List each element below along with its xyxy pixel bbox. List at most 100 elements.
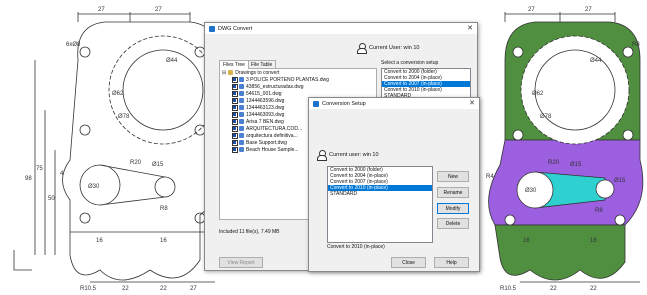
svg-text:27: 27 [190, 286, 197, 292]
file-name: ARQUITECTURA.COD... [246, 125, 303, 132]
svg-text:Ø15: Ø15 [152, 162, 164, 168]
svg-text:Ø15: Ø15 [614, 178, 626, 184]
svg-text:R8: R8 [160, 206, 168, 212]
file-name: 1344463123.dwg [246, 104, 285, 111]
select-setup-label: Select a conversion setup [381, 60, 439, 66]
rename-button[interactable]: Rename [437, 187, 469, 198]
cs-current-user-label: Current user: win 10 [329, 152, 379, 158]
file-checkbox[interactable] [232, 90, 238, 97]
dwg-file-icon [239, 84, 244, 89]
dwg-file-icon [239, 133, 244, 138]
user-icon [357, 43, 367, 54]
file-checkbox[interactable] [232, 111, 238, 118]
file-checkbox[interactable] [232, 97, 238, 104]
file-checkbox[interactable] [232, 118, 238, 125]
svg-text:R4: R4 [486, 174, 494, 180]
svg-text:22: 22 [590, 286, 597, 292]
ucs-icon [13, 250, 32, 271]
dwg-convert-close-icon[interactable]: ✕ [467, 24, 473, 32]
file-name: 1344463093.dwg [246, 111, 285, 118]
file-checkbox[interactable] [232, 139, 238, 146]
cs-setup-item[interactable]: STANDARD [328, 191, 432, 197]
svg-text:27: 27 [585, 7, 592, 13]
svg-text:Ø44: Ø44 [166, 58, 178, 64]
svg-text:27: 27 [155, 7, 162, 13]
conversion-setup-title: Conversion Setup [322, 100, 366, 107]
current-setup-text: Convert to 2010 (in-place) [327, 244, 385, 250]
left-hole-1 [79, 46, 91, 58]
dwg-file-icon [239, 126, 244, 131]
left-circle-phi15 [154, 176, 176, 198]
dwg-convert-titlebar[interactable]: DWG Convert ✕ [205, 23, 477, 34]
file-name: 43856_estructuradas.dwg [246, 83, 304, 90]
file-checkbox[interactable] [232, 125, 238, 132]
svg-text:Ø78: Ø78 [540, 114, 552, 120]
file-checkbox[interactable] [232, 146, 238, 153]
svg-text:16: 16 [96, 238, 103, 244]
tree-file-row[interactable]: 54615_001.dwg [220, 90, 376, 97]
folder-icon [228, 70, 234, 75]
right-cad-drawing [488, 12, 644, 283]
file-checkbox[interactable] [232, 83, 238, 90]
svg-text:R10.5: R10.5 [500, 286, 517, 292]
svg-text:Ø44: Ø44 [590, 58, 602, 64]
dwg-file-icon [239, 98, 244, 103]
svg-text:22: 22 [550, 286, 557, 292]
svg-text:27: 27 [98, 7, 105, 13]
tree-root[interactable]: ⊟ Drawings to convert [220, 69, 376, 76]
file-name: 3 POLICE PORTENO PLANTAS.dwg [246, 76, 329, 83]
dwg-file-icon [239, 147, 244, 152]
tree-file-row[interactable]: 43856_estructuradas.dwg [220, 83, 376, 90]
dwg-file-icon [239, 119, 244, 124]
file-checkbox[interactable] [232, 132, 238, 139]
svg-text:Ø62: Ø62 [112, 91, 124, 97]
svg-text:22: 22 [122, 286, 129, 292]
current-user: Current User: win 10 [357, 43, 420, 54]
svg-text:98: 98 [25, 176, 32, 182]
file-name: arquitectura definitiva... [246, 132, 298, 139]
file-name: 1344463596.dwg [246, 97, 285, 104]
svg-text:6xØ8: 6xØ8 [66, 42, 81, 48]
left-dimension-text: 27 27 6xØ8 R4 Ø62 Ø44 Ø78 R20 Ø15 Ø30 R8… [25, 7, 212, 292]
cs-current-user: Current user: win 10 [317, 150, 379, 161]
conversion-setup-app-icon [313, 100, 319, 107]
left-cad-drawing [13, 12, 218, 283]
new-button[interactable]: New [437, 171, 469, 182]
svg-text:75: 75 [36, 166, 43, 172]
cs-setup-listbox[interactable]: Convert to 2000 (folder) Convert to 2004… [327, 166, 433, 243]
current-user-label: Current User: win 10 [369, 45, 420, 51]
svg-text:27: 27 [528, 7, 535, 13]
right-circle-phi15 [595, 179, 615, 199]
dwg-convert-title: DWG Convert [218, 25, 253, 32]
file-checkbox[interactable] [232, 76, 238, 83]
conversion-setup-titlebar[interactable]: Conversion Setup ✕ [309, 98, 479, 109]
dwg-file-icon [239, 91, 244, 96]
tree-root-label: Drawings to convert [235, 69, 280, 76]
status-text: Included 11 file(s), 7.49 MB [219, 229, 280, 235]
svg-text:Ø15: Ø15 [570, 162, 582, 168]
left-circle-phi62 [122, 49, 204, 131]
modify-button[interactable]: Modify [437, 203, 469, 214]
dwg-convert-app-icon [209, 25, 215, 32]
svg-text:Ø30: Ø30 [88, 184, 100, 190]
help-button[interactable]: Help [434, 257, 469, 268]
file-checkbox[interactable] [232, 104, 238, 111]
svg-text:22: 22 [160, 286, 167, 292]
dwg-file-icon [239, 105, 244, 110]
conversion-setup-close-icon[interactable]: ✕ [469, 99, 475, 107]
dwg-file-icon [239, 112, 244, 117]
tree-file-row[interactable]: 3 POLICE PORTENO PLANTAS.dwg [220, 76, 376, 83]
tab-files-tree[interactable]: Files Tree [219, 60, 249, 69]
left-circle-phi30 [79, 164, 121, 206]
file-name: Base Support.dwg [246, 139, 287, 146]
delete-button[interactable]: Delete [437, 218, 469, 229]
left-hole-3 [79, 124, 91, 136]
file-name: 54615_001.dwg [246, 90, 282, 97]
svg-text:16: 16 [590, 238, 597, 244]
svg-text:R10.5: R10.5 [80, 286, 97, 292]
close-button[interactable]: Close [391, 257, 426, 268]
left-hole-5 [79, 212, 91, 224]
svg-text:Ø30: Ø30 [525, 188, 537, 194]
svg-text:16: 16 [160, 238, 167, 244]
view-report-button[interactable]: View Report [219, 257, 263, 268]
